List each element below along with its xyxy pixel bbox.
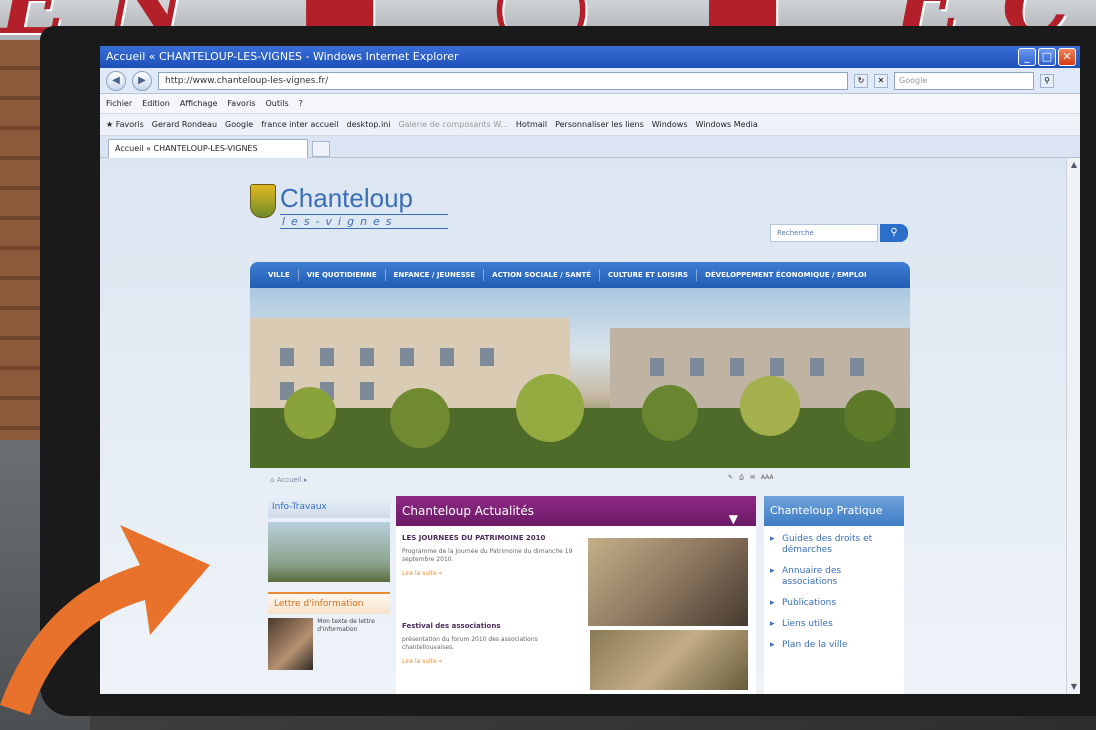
- info-travaux-heading[interactable]: Info-Travaux: [268, 496, 390, 518]
- stop-icon[interactable]: ✕: [874, 73, 888, 88]
- browser-window: Accueil « CHANTELOUP-LES-VIGNES - Window…: [100, 46, 1080, 694]
- pratique-panel: Chanteloup Pratique Guides des droits et…: [764, 496, 904, 694]
- link-liens-utiles[interactable]: Liens utiles: [770, 619, 898, 630]
- print-icon[interactable]: ⎙: [739, 474, 744, 482]
- minimize-icon[interactable]: _: [1018, 48, 1036, 66]
- main-nav: VILLE VIE QUOTIDIENNE ENFANCE / JEUNESSE…: [250, 262, 910, 288]
- home-icon: ⌂: [270, 476, 275, 484]
- text-size-icon[interactable]: AAA: [761, 474, 774, 482]
- site-search-button[interactable]: ⚲: [880, 224, 908, 242]
- news-title[interactable]: Festival des associations: [402, 622, 584, 630]
- news-item: Festival des associations présentation d…: [402, 622, 584, 665]
- wood-panel: [0, 40, 44, 460]
- bookmark-icon[interactable]: ✎: [728, 474, 733, 482]
- close-icon[interactable]: ✕: [1058, 48, 1076, 66]
- fav-link-personnaliser[interactable]: Personnaliser les liens: [555, 114, 644, 135]
- info-travaux-image[interactable]: [268, 522, 390, 582]
- tab-chanteloup[interactable]: Accueil « CHANTELOUP-LES-VIGNES: [108, 139, 308, 158]
- news-desc: Programme de la Journée du Patrimoine du…: [402, 548, 573, 563]
- maximize-icon[interactable]: □: [1038, 48, 1056, 66]
- nav-vie-quotidienne[interactable]: VIE QUOTIDIENNE: [299, 269, 386, 281]
- news-panel: Chanteloup Actualités ▼ LES JOURNEES DU …: [396, 496, 756, 694]
- refresh-icon[interactable]: ↻: [854, 73, 868, 88]
- menu-favoris[interactable]: Favoris: [227, 94, 255, 113]
- share-icon[interactable]: ✉: [750, 474, 755, 482]
- chevron-down-icon[interactable]: ▼: [729, 504, 738, 534]
- fav-link-gerard-rondeau[interactable]: Gerard Rondeau: [152, 114, 217, 135]
- favorites-button[interactable]: ★ Favoris: [106, 114, 144, 135]
- page-viewport: Chanteloup les-vignes Recherche ⚲ VILLE …: [100, 158, 1080, 694]
- fav-link-france-inter[interactable]: france inter accueil: [261, 114, 338, 135]
- link-publications[interactable]: Publications: [770, 598, 898, 609]
- site-search-input[interactable]: Recherche: [770, 224, 878, 242]
- site-logo[interactable]: Chanteloup les-vignes: [250, 184, 448, 229]
- page-tools: ✎ ⎙ ✉ AAA: [728, 474, 774, 482]
- browser-search-input[interactable]: Google: [894, 71, 1034, 90]
- banner-photo: [250, 288, 910, 468]
- news-photo-patrimoine[interactable]: [588, 538, 748, 626]
- breadcrumb[interactable]: ⌂ Accueil ▸: [270, 476, 307, 484]
- link-guides[interactable]: Guides des droits et démarches: [770, 534, 898, 556]
- menu-edition[interactable]: Edition: [142, 94, 170, 113]
- news-desc: présentation du forum 2010 des associati…: [402, 636, 538, 651]
- window-titlebar: Accueil « CHANTELOUP-LES-VIGNES - Window…: [100, 46, 1080, 68]
- address-bar: ◀ ▶ http://www.chanteloup-les-vignes.fr/…: [100, 68, 1080, 94]
- nav-culture-loisirs[interactable]: CULTURE ET LOISIRS: [600, 269, 698, 281]
- orange-arrow-decoration: [0, 525, 210, 715]
- menu-fichier[interactable]: Fichier: [106, 94, 132, 113]
- read-more-link[interactable]: Lire la suite »: [402, 570, 584, 577]
- search-icon: ⚲: [890, 227, 898, 238]
- news-heading: Chanteloup Actualités ▼: [396, 496, 756, 526]
- fav-link-windows-media[interactable]: Windows Media: [696, 114, 758, 135]
- tab-bar: Accueil « CHANTELOUP-LES-VIGNES: [100, 136, 1080, 158]
- news-title[interactable]: LES JOURNEES DU PATRIMOINE 2010: [402, 534, 584, 542]
- logo-title: Chanteloup: [280, 183, 413, 213]
- news-photo-festival[interactable]: [590, 630, 748, 690]
- back-icon[interactable]: ◀: [106, 70, 126, 91]
- search-icon[interactable]: ⚲: [1040, 73, 1054, 88]
- fav-link-galerie[interactable]: Galerie de composants W...: [398, 114, 507, 135]
- scroll-down-icon[interactable]: ▼: [1069, 682, 1079, 692]
- page-scrollbar[interactable]: ▲ ▼: [1066, 158, 1080, 694]
- fav-link-hotmail[interactable]: Hotmail: [516, 114, 547, 135]
- logo-subtitle: les-vignes: [280, 214, 448, 229]
- newsletter-text: Mon texte de lettre d'information: [317, 618, 375, 633]
- url-input[interactable]: http://www.chanteloup-les-vignes.fr/: [158, 71, 848, 90]
- nav-enfance-jeunesse[interactable]: ENFANCE / JEUNESSE: [386, 269, 485, 281]
- nav-action-sociale[interactable]: ACTION SOCIALE / SANTÉ: [484, 269, 601, 281]
- newsletter-heading[interactable]: Lettre d'information: [268, 592, 390, 614]
- fav-link-google[interactable]: Google: [225, 114, 253, 135]
- nav-developpement[interactable]: DÉVELOPPEMENT ÉCONOMIQUE / EMPLOI: [697, 269, 875, 281]
- menu-help[interactable]: ?: [299, 94, 303, 113]
- favorites-bar: ★ Favoris Gerard Rondeau Google france i…: [100, 114, 1080, 136]
- pratique-links: Guides des droits et démarches Annuaire …: [764, 526, 904, 669]
- menu-affichage[interactable]: Affichage: [180, 94, 218, 113]
- nav-ville[interactable]: VILLE: [260, 269, 299, 281]
- newsletter-image[interactable]: [268, 618, 314, 670]
- pratique-heading: Chanteloup Pratique: [764, 496, 904, 526]
- info-column: Info-Travaux Lettre d'information Mon te…: [268, 496, 390, 694]
- new-tab-button[interactable]: [312, 141, 330, 157]
- menu-outils[interactable]: Outils: [266, 94, 289, 113]
- newsletter-body: Mon texte de lettre d'information: [268, 618, 390, 670]
- banner-illustration: [250, 318, 910, 468]
- fav-link-windows[interactable]: Windows: [652, 114, 688, 135]
- link-plan-ville[interactable]: Plan de la ville: [770, 640, 898, 651]
- forward-icon[interactable]: ▶: [132, 70, 152, 91]
- site-container: Chanteloup les-vignes Recherche ⚲ VILLE …: [250, 158, 920, 694]
- scroll-up-icon[interactable]: ▲: [1069, 160, 1079, 170]
- link-annuaire[interactable]: Annuaire des associations: [770, 566, 898, 588]
- menu-bar: Fichier Edition Affichage Favoris Outils…: [100, 94, 1080, 114]
- news-item: LES JOURNEES DU PATRIMOINE 2010 Programm…: [402, 534, 584, 577]
- window-title: Accueil « CHANTELOUP-LES-VIGNES - Window…: [106, 50, 459, 63]
- fav-link-desktop-ini[interactable]: desktop.ini: [347, 114, 391, 135]
- read-more-link[interactable]: Lire la suite »: [402, 658, 584, 665]
- crest-icon: [250, 184, 276, 218]
